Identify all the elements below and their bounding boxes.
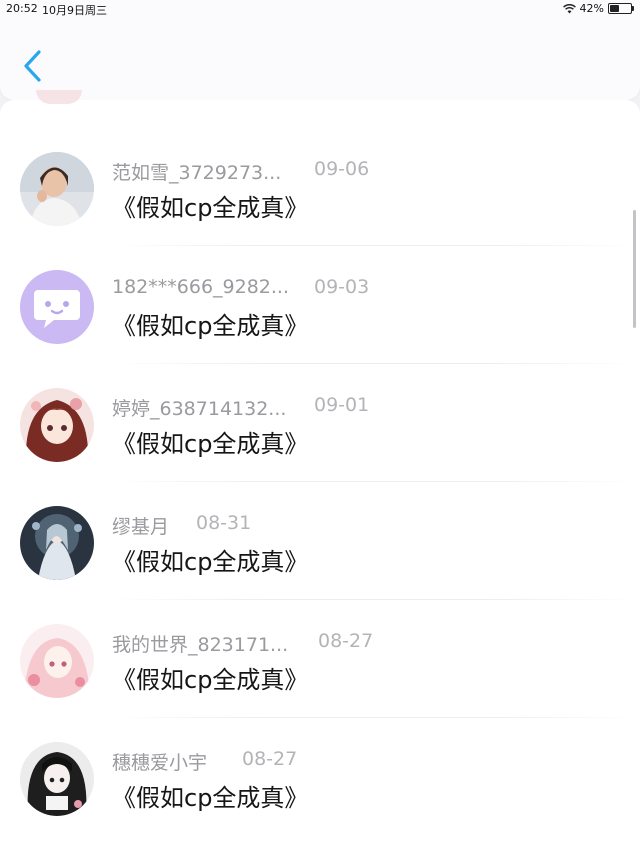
comment-date: 09-03 bbox=[314, 276, 370, 298]
list-item[interactable]: 穗穗爱小宇 08-27 《假如cp全成真》 bbox=[0, 718, 640, 836]
chevron-left-icon bbox=[24, 50, 41, 82]
list-item[interactable]: 我的世界_823171... 08-27 《假如cp全成真》 bbox=[0, 600, 640, 718]
comment-title[interactable]: 《假如cp全成真》 bbox=[112, 542, 308, 577]
chat-bubble-icon bbox=[34, 290, 80, 328]
list-item[interactable]: 婷婷_638714132... 09-01 《假如cp全成真》 bbox=[0, 364, 640, 482]
avatar[interactable] bbox=[20, 742, 94, 816]
comment-list[interactable]: 范如雪_3729273... 09-06 《假如cp全成真》 182***666… bbox=[0, 128, 640, 853]
back-button[interactable] bbox=[18, 46, 48, 86]
comment-date: 09-01 bbox=[314, 394, 370, 416]
comment-title[interactable]: 《假如cp全成真》 bbox=[112, 660, 308, 695]
scrollbar[interactable] bbox=[633, 210, 636, 328]
username[interactable]: 穗穗爱小宇 bbox=[112, 748, 207, 775]
comment-date: 08-27 bbox=[318, 630, 374, 652]
status-time: 20:52 bbox=[6, 2, 38, 15]
username[interactable]: 婷婷_638714132... bbox=[112, 394, 286, 421]
username[interactable]: 缪基月 bbox=[112, 512, 169, 539]
comment-date: 08-31 bbox=[196, 512, 252, 534]
avatar[interactable] bbox=[20, 270, 94, 344]
comment-title[interactable]: 《假如cp全成真》 bbox=[112, 188, 308, 223]
wifi-icon bbox=[562, 3, 576, 13]
username[interactable]: 182***666_9282... bbox=[112, 276, 289, 298]
comment-title[interactable]: 《假如cp全成真》 bbox=[112, 306, 308, 341]
avatar[interactable] bbox=[20, 506, 94, 580]
battery-percent: 42% bbox=[579, 2, 604, 15]
comment-date: 08-27 bbox=[242, 748, 298, 770]
partial-avatar bbox=[36, 90, 82, 104]
avatar[interactable] bbox=[20, 152, 94, 226]
nav-bar bbox=[0, 18, 640, 100]
avatar[interactable] bbox=[20, 624, 94, 698]
list-item[interactable]: 缪基月 08-31 《假如cp全成真》 bbox=[0, 482, 640, 600]
comment-title[interactable]: 《假如cp全成真》 bbox=[112, 778, 308, 813]
username[interactable]: 我的世界_823171... bbox=[112, 630, 288, 657]
list-item[interactable]: 182***666_9282... 09-03 《假如cp全成真》 bbox=[0, 246, 640, 364]
status-right: 42% bbox=[562, 2, 634, 15]
avatar[interactable] bbox=[20, 388, 94, 462]
username[interactable]: 范如雪_3729273... bbox=[112, 158, 281, 185]
status-bar: 20:52 10月9日周三 42% bbox=[0, 0, 640, 18]
comment-title[interactable]: 《假如cp全成真》 bbox=[112, 424, 308, 459]
list-top-edge bbox=[0, 90, 640, 128]
list-item[interactable]: 范如雪_3729273... 09-06 《假如cp全成真》 bbox=[0, 128, 640, 246]
status-date: 10月9日周三 bbox=[42, 4, 107, 17]
comment-date: 09-06 bbox=[314, 158, 370, 180]
battery-icon bbox=[608, 3, 634, 14]
